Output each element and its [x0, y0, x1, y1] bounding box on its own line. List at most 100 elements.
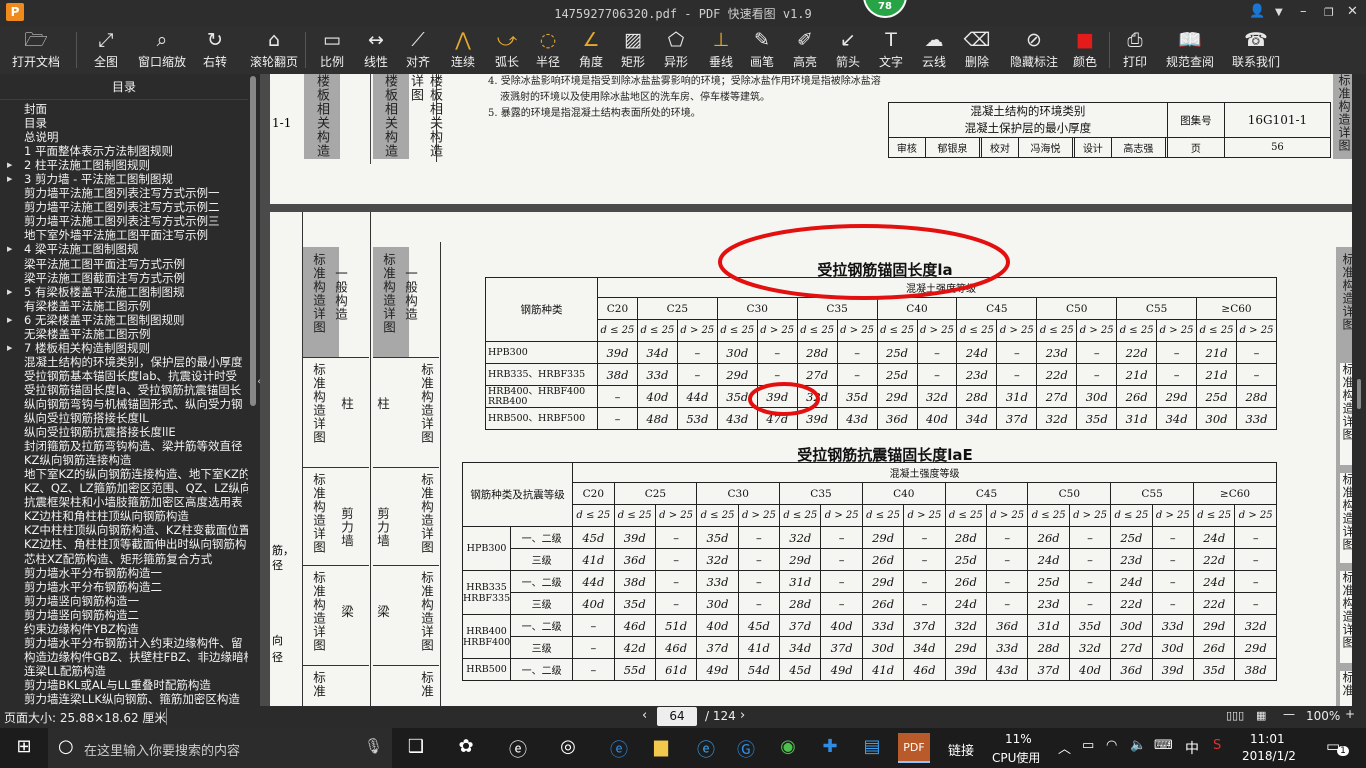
wifi-icon[interactable]: ◠: [1106, 738, 1117, 753]
battery-icon[interactable]: ▭: [1082, 738, 1094, 753]
ime-indicator[interactable]: 中: [1185, 738, 1199, 758]
pdf-viewer-taskbar-icon[interactable]: PDF: [898, 733, 930, 763]
toolbar-align-measure-button[interactable]: ⟋ 对齐: [402, 28, 434, 72]
maximize-button[interactable]: ❐: [1324, 6, 1334, 19]
toolbar-folder-button[interactable]: 🗁 打开文档: [8, 28, 64, 72]
toc-item[interactable]: 地下室KZ的纵向钢筋连接构造、地下室KZ的: [0, 467, 248, 481]
toc-item[interactable]: 6 无梁楼盖平法施工图制图规则: [0, 313, 248, 327]
toolbar-arrow-button[interactable]: ↙ 箭头: [832, 28, 864, 72]
toc-item[interactable]: 封面: [0, 102, 248, 116]
toc-item[interactable]: 地下室外墙平法施工图平面注写示例: [0, 228, 248, 242]
file-explorer-icon[interactable]: ▆: [645, 736, 677, 757]
toc-item[interactable]: 有梁楼盖平法施工图示例: [0, 299, 248, 313]
toc-item[interactable]: 2 柱平法施工图制图规则: [0, 158, 248, 172]
toolbar-arc-length-button[interactable]: ⤻ 弧长: [490, 28, 524, 72]
toc-item[interactable]: 剪力墙连梁LLK纵向钢筋、箍筋加密区构造: [0, 692, 248, 706]
toolbar-book-button[interactable]: 📖 规范查阅: [1164, 28, 1216, 72]
toolbar-pen-button[interactable]: ✎ 画笔: [746, 28, 778, 72]
toc-item[interactable]: 剪力墙平法施工图列表注写方式示例二: [0, 200, 248, 214]
toc-item[interactable]: 封闭箍筋及拉筋弯钩构造、梁并筋等效直径: [0, 439, 248, 453]
toc-item[interactable]: 剪力墙水平分布钢筋计入约束边缘构件、留: [0, 636, 248, 650]
toolbar-highlighter-button[interactable]: ✐ 高亮: [788, 28, 822, 72]
toc-item[interactable]: 梁平法施工图截面注写方式示例: [0, 271, 248, 285]
keyboard-icon[interactable]: ⌨: [1154, 738, 1173, 753]
toc-item[interactable]: 剪力墙BKL或AL与LL重叠时配筋构造: [0, 678, 248, 692]
viewer-scrollbar[interactable]: [1352, 74, 1366, 706]
toolbar-cloud-button[interactable]: ☁ 云线: [918, 28, 950, 72]
toc-item[interactable]: 7 楼板相关构造制图规则: [0, 341, 248, 355]
clock-date[interactable]: 2018/1/2: [1242, 749, 1296, 763]
tray-expand-icon[interactable]: ︿: [1058, 738, 1071, 757]
toc-item[interactable]: 剪力墙水平分布钢筋构造一: [0, 566, 248, 580]
toolbar-printer-button[interactable]: ⎙ 打印: [1119, 28, 1151, 72]
toc-item[interactable]: KZ边柱和角柱柱顶纵向钢筋构造: [0, 509, 248, 523]
toc-item[interactable]: 4 梁平法施工图制图规: [0, 242, 248, 256]
toc-item[interactable]: 剪力墙竖向钢筋构造一: [0, 594, 248, 608]
toc-item[interactable]: KZ、QZ、LZ箍筋加密区范围、QZ、LZ纵向钢: [0, 481, 248, 495]
toolbar-continuous-measure-button[interactable]: ⋀ 连续: [446, 28, 480, 72]
sogou-ime-icon[interactable]: S: [1213, 738, 1221, 753]
toc-item[interactable]: 受拉钢筋锚固长度la、受拉钢筋抗震锚固长: [0, 383, 248, 397]
grid-view-icon[interactable]: ▦: [1256, 709, 1266, 722]
toc-item[interactable]: 无梁楼盖平法施工图示例: [0, 327, 248, 341]
toc-item[interactable]: 5 有梁板楼盖平法施工图制图规: [0, 285, 248, 299]
close-button[interactable]: ✕: [1347, 4, 1358, 19]
toc-item[interactable]: KZ边柱、角柱柱顶等截面伸出时纵向钢筋构: [0, 537, 248, 551]
toolbar-angle-button[interactable]: ∠ 角度: [574, 28, 608, 72]
page-number-input[interactable]: 64: [657, 707, 697, 726]
toc-scrollbar-thumb[interactable]: [250, 76, 256, 406]
toolbar-mouse-button[interactable]: ⌂ 滚轮翻页: [246, 28, 302, 72]
ie-icon[interactable]: ⓔ: [690, 736, 722, 762]
taskbar-link-text[interactable]: 链接: [948, 740, 974, 759]
toc-item[interactable]: 纵向受拉钢筋搭接长度lL: [0, 411, 248, 425]
toc-item[interactable]: 连梁LL配筋构造: [0, 664, 248, 678]
toc-item[interactable]: KZ中柱柱顶纵向钢筋构造、KZ柱变截面位置: [0, 523, 248, 537]
toolbar-support-button[interactable]: ☎ 联系我们: [1230, 28, 1282, 72]
toc-item[interactable]: 剪力墙平法施工图列表注写方式示例一: [0, 186, 248, 200]
task-view-icon[interactable]: ❑: [400, 736, 432, 757]
toc-item[interactable]: 3 剪力墙 - 平法施工图制图规: [0, 172, 248, 186]
toc-item[interactable]: 剪力墙水平分布钢筋构造二: [0, 580, 248, 594]
clock-time[interactable]: 11:01: [1250, 732, 1285, 746]
toolbar-polygon-button[interactable]: ⬠ 异形: [660, 28, 692, 72]
toc-item[interactable]: 剪力墙平法施工图列表注写方式示例三: [0, 214, 248, 228]
toolbar-hide-eye-button[interactable]: ⊘ 隐藏标注: [1006, 28, 1062, 72]
toc-scrollbar[interactable]: [249, 74, 257, 706]
toc-item[interactable]: 纵向受拉钢筋抗震搭接长度llE: [0, 425, 248, 439]
toc-item[interactable]: 1 平面整体表示方法制图规则: [0, 144, 248, 158]
prev-page-button[interactable]: ‹: [642, 708, 647, 723]
pinwheel-app-icon[interactable]: ✿: [450, 736, 482, 757]
green-app-icon[interactable]: ◉: [772, 736, 804, 757]
toc-item[interactable]: 纵向钢筋弯钩与机械锚固形式、纵向受力钢: [0, 397, 248, 411]
zoom-out-button[interactable]: —: [1283, 707, 1295, 721]
briefcase-app-icon[interactable]: ▤: [856, 736, 888, 757]
minimize-button[interactable]: –: [1300, 4, 1307, 19]
toc-item[interactable]: 构造边缘构件GBZ、扶壁柱FBZ、非边缘暗柱: [0, 650, 248, 664]
next-page-button[interactable]: ›: [740, 708, 745, 723]
zoom-in-button[interactable]: +: [1345, 707, 1355, 721]
browser-g-icon[interactable]: Ⓖ: [730, 736, 762, 762]
taskbar-search-input[interactable]: 在这里输入你要搜索的内容: [84, 740, 240, 759]
toc-item[interactable]: 约束边缘构件YBZ构造: [0, 622, 248, 636]
volume-icon[interactable]: 🔈: [1130, 738, 1146, 753]
toolbar-text-button[interactable]: T 文字: [875, 28, 907, 72]
toolbar-linear-measure-button[interactable]: ↔ 线性: [358, 28, 394, 72]
toc-item[interactable]: 梁平法施工图平面注写方式示例: [0, 257, 248, 271]
toolbar-perpendicular-button[interactable]: ⊥ 垂线: [704, 28, 738, 72]
toc-item[interactable]: 目录: [0, 116, 248, 130]
toolbar-radius-button[interactable]: ◌ 半径: [532, 28, 564, 72]
taskbar-search[interactable]: ○ 在这里输入你要搜索的内容 🎙: [48, 728, 392, 768]
microphone-icon[interactable]: 🎙: [364, 737, 383, 755]
toc-item[interactable]: 芯柱XZ配筋构造、矩形箍筋复合方式: [0, 552, 248, 566]
blue-app-icon[interactable]: ✚: [814, 736, 846, 757]
edge-legacy-icon[interactable]: ⓔ: [502, 736, 534, 762]
toc-item[interactable]: 剪力墙竖向钢筋构造二: [0, 608, 248, 622]
edge-icon[interactable]: ⓔ: [603, 736, 635, 762]
windows-start-icon[interactable]: ⊞: [8, 736, 40, 757]
toolbar-magnifier-button[interactable]: ⌕ 窗口缩放: [137, 28, 187, 72]
pdf-viewer[interactable]: 1-1 楼板相关构造 楼板相关构造 楼板相关构造详图 4. 受除冰盐影响环境是指…: [260, 74, 1352, 706]
user-icon[interactable]: 👤: [1249, 4, 1265, 19]
toc-item[interactable]: 抗震框架柱和小墙肢箍筋加密区高度选用表: [0, 495, 248, 509]
viewer-scrollbar-thumb[interactable]: [1357, 379, 1361, 409]
menu-dropdown-icon[interactable]: ▼: [1275, 7, 1283, 18]
